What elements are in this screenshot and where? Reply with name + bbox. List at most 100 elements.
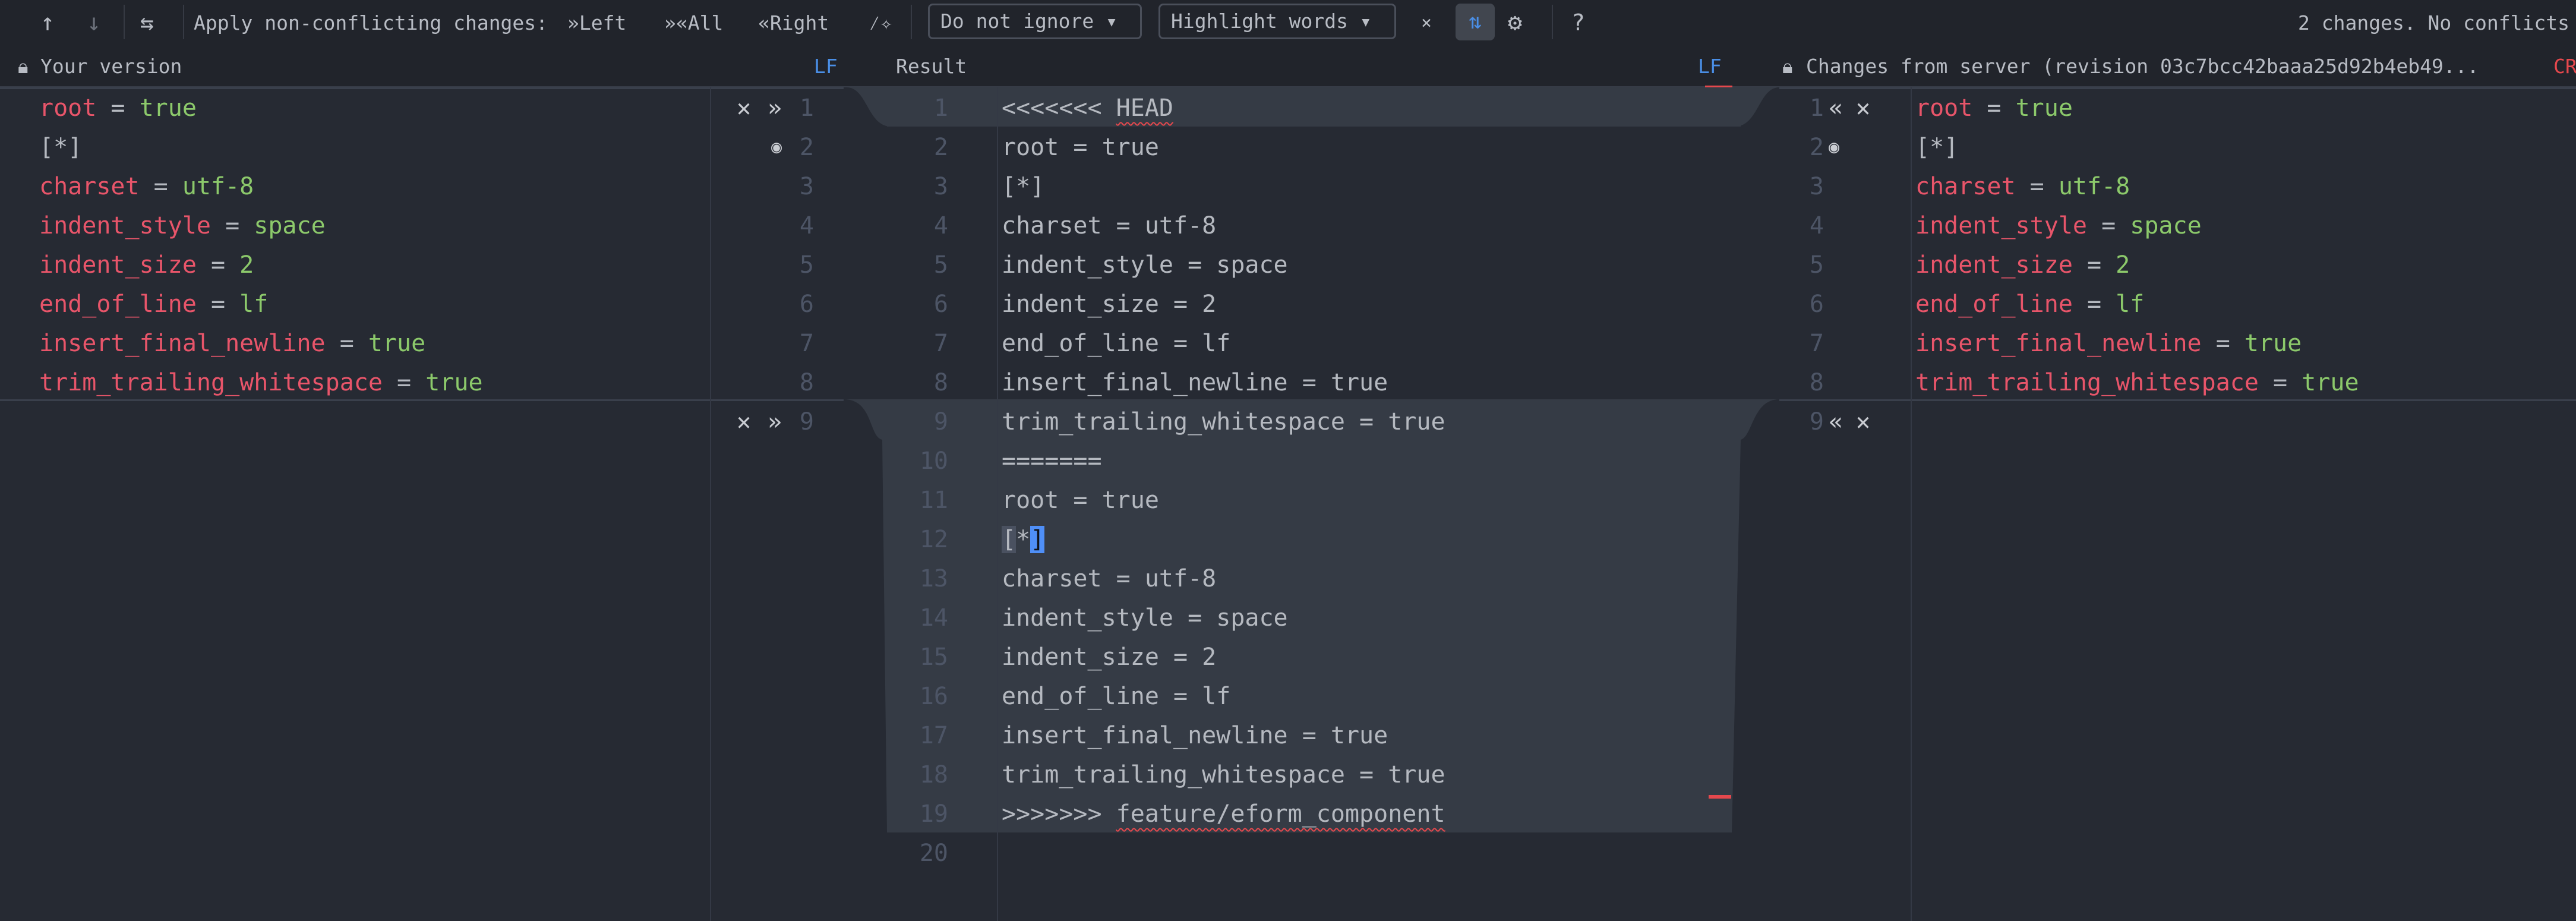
apply-change-icon[interactable]: » bbox=[768, 89, 782, 128]
conflict-marker: <<<<<<< bbox=[1002, 94, 1116, 122]
line-number: 18 bbox=[919, 761, 948, 788]
apply-change-icon[interactable]: » bbox=[768, 402, 782, 441]
code-line: indent_size = 2 bbox=[1002, 644, 1217, 671]
code-line: ======= bbox=[1002, 447, 1102, 475]
code-key: end_of_line bbox=[39, 291, 197, 318]
code-key: trim_trailing_whitespace bbox=[39, 369, 383, 396]
result-gutter-divider bbox=[997, 87, 998, 921]
code-line: [*] bbox=[1002, 173, 1045, 200]
code-value: true bbox=[139, 94, 197, 122]
line-number: 19 bbox=[919, 800, 948, 828]
code-key: root bbox=[1915, 94, 1973, 122]
ignore-change-icon[interactable]: ✕ bbox=[1856, 89, 1870, 128]
code-token: [*] bbox=[39, 134, 83, 161]
line-number: 2 bbox=[933, 134, 948, 161]
line-number: 1 bbox=[933, 94, 948, 122]
code-line: root = true bbox=[39, 89, 197, 128]
code-line: root = true bbox=[1002, 487, 1159, 514]
code-key: indent_size bbox=[39, 251, 197, 279]
text-cursor: ] bbox=[1030, 526, 1045, 553]
code-key: indent_style bbox=[39, 212, 211, 239]
line-number: 16 bbox=[919, 683, 948, 710]
line-number: 9 bbox=[1809, 408, 1824, 436]
error-marker bbox=[1709, 795, 1731, 799]
code-line: [*] bbox=[39, 128, 82, 167]
line-number: 6 bbox=[799, 291, 814, 318]
code-line: charset = utf-8 bbox=[1002, 565, 1217, 592]
line-number: 7 bbox=[1809, 330, 1824, 357]
code-value: space bbox=[254, 212, 326, 239]
line-number: 4 bbox=[1809, 212, 1824, 239]
code-operator: = bbox=[139, 173, 182, 200]
code-value: true bbox=[2302, 369, 2359, 396]
code-line: >>>>>>> feature/eform_component bbox=[1002, 794, 1445, 834]
line-number: 3 bbox=[799, 173, 814, 200]
line-number: 8 bbox=[1809, 369, 1824, 396]
code-operator: = bbox=[325, 330, 368, 357]
right-change-top-border bbox=[1779, 87, 2576, 89]
line-number: 8 bbox=[933, 369, 948, 396]
code-key: charset bbox=[1915, 173, 2016, 200]
code-value: utf-8 bbox=[182, 173, 254, 200]
line-number: 2 bbox=[799, 134, 814, 161]
code-key: root bbox=[39, 94, 97, 122]
code-operator: = bbox=[2201, 330, 2244, 357]
code-value: true bbox=[2244, 330, 2302, 357]
code-line: indent_size = 2 bbox=[1915, 245, 2130, 285]
code-line: end_of_line = lf bbox=[1002, 683, 1231, 710]
code-operator: = bbox=[96, 94, 140, 122]
code-operator: = bbox=[2258, 369, 2302, 396]
eye-icon[interactable]: ◉ bbox=[1829, 128, 1839, 167]
ignore-change-icon[interactable]: ✕ bbox=[737, 402, 751, 441]
code-value: space bbox=[2130, 212, 2202, 239]
eye-icon[interactable]: ◉ bbox=[771, 128, 782, 167]
apply-change-icon[interactable]: « bbox=[1829, 402, 1843, 441]
branch-name: HEAD bbox=[1116, 94, 1173, 122]
code-line: charset = utf-8 bbox=[39, 167, 254, 206]
code-line: indent_style = space bbox=[39, 206, 326, 245]
line-number: 2 bbox=[1809, 134, 1824, 161]
code-line: end_of_line = lf bbox=[1915, 285, 2144, 324]
code-operator: = bbox=[2072, 291, 2116, 318]
code-line: trim_trailing_whitespace = true bbox=[39, 363, 483, 402]
line-number: 7 bbox=[933, 330, 948, 357]
line-number: 6 bbox=[933, 291, 948, 318]
ignore-change-icon[interactable]: ✕ bbox=[1856, 402, 1870, 441]
code-operator: = bbox=[2015, 173, 2059, 200]
code-key: indent_size bbox=[1915, 251, 2073, 279]
code-line: [*] bbox=[1002, 520, 1045, 559]
code-key: trim_trailing_whitespace bbox=[1915, 369, 2259, 396]
code-key: indent_style bbox=[1915, 212, 2087, 239]
code-line: insert_final_newline = true bbox=[1002, 369, 1388, 396]
apply-change-icon[interactable]: « bbox=[1829, 89, 1843, 128]
code-line: end_of_line = lf bbox=[1002, 330, 1231, 357]
code-key: charset bbox=[39, 173, 140, 200]
line-number: 4 bbox=[933, 212, 948, 239]
line-number: 5 bbox=[933, 251, 948, 279]
code-key: end_of_line bbox=[1915, 291, 2073, 318]
code-value: utf-8 bbox=[2058, 173, 2130, 200]
code-line: end_of_line = lf bbox=[39, 285, 268, 324]
code-line: insert_final_newline = true bbox=[39, 324, 425, 363]
line-number: 10 bbox=[919, 447, 948, 475]
code-value: 2 bbox=[239, 251, 254, 279]
code-line: insert_final_newline = true bbox=[1002, 722, 1388, 749]
code-line: charset = utf-8 bbox=[1915, 167, 2130, 206]
line-number: 4 bbox=[799, 212, 814, 239]
line-number: 3 bbox=[933, 173, 948, 200]
line-number: 12 bbox=[919, 526, 948, 553]
code-operator: = bbox=[196, 291, 240, 318]
code-operator: = bbox=[2072, 251, 2116, 279]
code-line: root = true bbox=[1915, 89, 2073, 128]
bracket-match: [ bbox=[1002, 526, 1016, 553]
code-line: trim_trailing_whitespace = true bbox=[1002, 408, 1445, 436]
code-line: root = true bbox=[1002, 134, 1159, 161]
code-operator: = bbox=[1972, 94, 2016, 122]
line-number: 15 bbox=[919, 644, 948, 671]
code-value: 2 bbox=[2116, 251, 2130, 279]
line-number: 5 bbox=[799, 251, 814, 279]
code-line: charset = utf-8 bbox=[1002, 212, 1217, 239]
line-number: 11 bbox=[919, 487, 948, 514]
line-number: 1 bbox=[1809, 94, 1824, 122]
ignore-change-icon[interactable]: ✕ bbox=[737, 89, 751, 128]
